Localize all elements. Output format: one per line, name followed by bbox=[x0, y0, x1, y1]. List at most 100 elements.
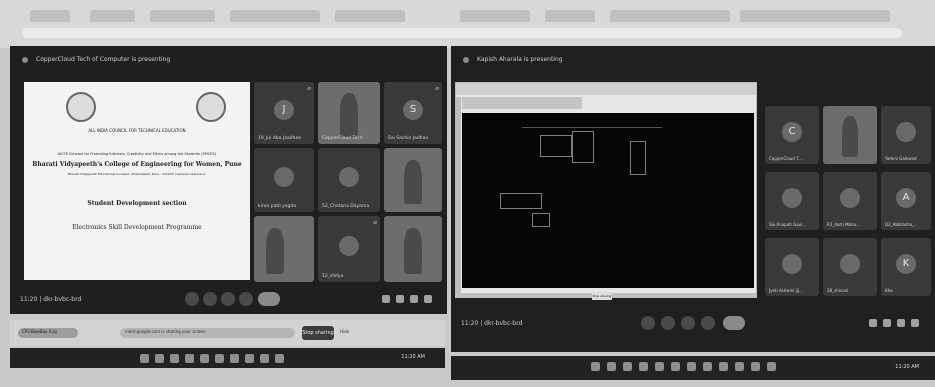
hide-button[interactable]: Hide bbox=[340, 329, 349, 334]
presentation-slide: ALL INDIA COUNCIL FOR TECHNICAL EDUCATIO… bbox=[24, 82, 250, 280]
meeting-controls: 11:20 | dkr-bvbc-brd bbox=[10, 284, 447, 314]
info-icon[interactable] bbox=[869, 319, 877, 327]
participant-tile[interactable]: kiran patil yogita bbox=[254, 148, 314, 212]
participant-tile[interactable] bbox=[384, 148, 442, 212]
participant-video bbox=[266, 227, 284, 275]
screen-share-notice: CP3 BlueBox 0.py meet.google.com is shar… bbox=[10, 320, 445, 346]
participant-tile[interactable] bbox=[384, 216, 442, 282]
app-icon[interactable] bbox=[639, 362, 648, 371]
cad-menu-bar bbox=[456, 83, 756, 95]
end-call-button[interactable] bbox=[723, 316, 745, 330]
participant-tile[interactable]: Sai Anupati Gavi... bbox=[765, 172, 819, 230]
avatar: A bbox=[896, 188, 916, 209]
participant-tile[interactable]: Jyoti Ashwini Jij... bbox=[765, 238, 819, 296]
participant-name: 19_Jui Aba Jaadhao bbox=[258, 136, 302, 141]
captions-icon[interactable] bbox=[221, 292, 235, 306]
app-icon[interactable] bbox=[215, 354, 224, 363]
cad-toolbar bbox=[462, 97, 582, 109]
participant-tile[interactable] bbox=[823, 106, 877, 164]
participant-tile[interactable]: J ⌀ 19_Jui Aba Jaadhao bbox=[254, 82, 314, 144]
participant-tile[interactable]: C CopperCloud T... bbox=[765, 106, 819, 164]
participant-name: D2_Abhilasha_... bbox=[885, 222, 918, 227]
mic-icon[interactable] bbox=[185, 292, 199, 306]
avatar bbox=[274, 166, 294, 187]
avatar: J bbox=[274, 99, 294, 120]
participant-tile[interactable]: CopperCloud Tech bbox=[318, 82, 380, 144]
people-icon[interactable] bbox=[396, 295, 404, 303]
meeting-time: 11:20 | dkr-bvbc-brd bbox=[461, 320, 523, 327]
app-icon[interactable] bbox=[185, 354, 194, 363]
browser-tab[interactable] bbox=[230, 10, 320, 22]
app-icon[interactable] bbox=[260, 354, 269, 363]
participant-tile[interactable]: S ⌀ Sai Sachin Jadhav bbox=[384, 82, 442, 144]
stop-sharing-button[interactable]: Stop sharing bbox=[302, 326, 334, 340]
participant-name: Sai Sachin Jadhav bbox=[388, 136, 428, 141]
participant-tile[interactable]: A D2_Abhilasha_... bbox=[881, 172, 931, 230]
taskview-icon[interactable] bbox=[170, 354, 179, 363]
activities-icon[interactable] bbox=[911, 319, 919, 327]
participant-name: Jyoti Ashwini Jij... bbox=[769, 288, 803, 293]
browser-tab[interactable] bbox=[610, 10, 730, 22]
browser-tab[interactable] bbox=[460, 10, 530, 22]
present-icon[interactable] bbox=[701, 316, 715, 330]
participant-tile[interactable] bbox=[254, 216, 314, 282]
participant-name: 28_shivani bbox=[827, 288, 849, 293]
camera-icon[interactable] bbox=[203, 292, 217, 306]
aicte-logo bbox=[66, 92, 96, 122]
camera-icon[interactable] bbox=[661, 316, 675, 330]
mic-off-icon: ⌀ bbox=[435, 85, 439, 92]
browser-tab[interactable] bbox=[335, 10, 405, 22]
browser-tab[interactable] bbox=[30, 10, 70, 22]
app-icon[interactable] bbox=[655, 362, 664, 371]
present-icon[interactable] bbox=[239, 292, 253, 306]
presenter-text: CopperCloud Tech of Computer is presenti… bbox=[36, 56, 171, 63]
participant-tile[interactable]: Yamini Gaikwad bbox=[881, 106, 931, 164]
avatar: C bbox=[782, 122, 802, 143]
mic-icon[interactable] bbox=[641, 316, 655, 330]
browser-tab[interactable] bbox=[545, 10, 595, 22]
activities-icon[interactable] bbox=[424, 295, 432, 303]
slide-scheme: AICTE Scheme for Promoting Interests, Cr… bbox=[57, 152, 217, 156]
start-icon[interactable] bbox=[591, 362, 600, 371]
app-icon[interactable] bbox=[751, 362, 760, 371]
app-icon[interactable] bbox=[719, 362, 728, 371]
chat-icon[interactable] bbox=[897, 319, 905, 327]
participant-name: Yamini Gaikwad bbox=[885, 156, 917, 161]
app-icon[interactable] bbox=[735, 362, 744, 371]
app-icon[interactable] bbox=[200, 354, 209, 363]
participant-tile[interactable]: ⌀ 12_shifya bbox=[318, 216, 380, 282]
participant-tile[interactable]: 52_Chetana Dayama bbox=[318, 148, 380, 212]
share-notice-text: meet.google.com is sharing your screen bbox=[125, 329, 206, 334]
end-call-button[interactable] bbox=[258, 292, 280, 306]
browser-tab[interactable] bbox=[90, 10, 135, 22]
app-icon[interactable] bbox=[671, 362, 680, 371]
participant-name: 52_Chetana Dayama bbox=[322, 204, 370, 209]
app-icon[interactable] bbox=[687, 362, 696, 371]
taskbar-clock: 11:20 AM bbox=[401, 354, 425, 360]
participant-tile[interactable]: 28_shivani bbox=[823, 238, 877, 296]
info-icon[interactable] bbox=[382, 295, 390, 303]
app-icon[interactable] bbox=[275, 354, 284, 363]
schematic-workspace bbox=[462, 113, 754, 288]
app-icon[interactable] bbox=[767, 362, 776, 371]
stop-sharing-tag[interactable]: Stop sharing bbox=[592, 292, 612, 300]
chat-icon[interactable] bbox=[410, 295, 418, 303]
participant-tile[interactable]: K Kha bbox=[881, 238, 931, 296]
taskview-icon[interactable] bbox=[623, 362, 632, 371]
start-icon[interactable] bbox=[140, 354, 149, 363]
app-icon[interactable] bbox=[703, 362, 712, 371]
participant-tile[interactable]: R3_Aarti Mana... bbox=[823, 172, 877, 230]
app-icon[interactable] bbox=[230, 354, 239, 363]
search-icon[interactable] bbox=[155, 354, 164, 363]
cad-tool-column bbox=[456, 97, 461, 293]
captions-icon[interactable] bbox=[681, 316, 695, 330]
address-bar[interactable] bbox=[22, 28, 902, 38]
browser-tab[interactable] bbox=[740, 10, 890, 22]
search-icon[interactable] bbox=[607, 362, 616, 371]
app-icon[interactable] bbox=[245, 354, 254, 363]
people-icon[interactable] bbox=[883, 319, 891, 327]
slide-org: ALL INDIA COUNCIL FOR TECHNICAL EDUCATIO… bbox=[88, 128, 186, 133]
schematic-block bbox=[500, 193, 542, 209]
schematic-block bbox=[630, 141, 646, 175]
browser-tab[interactable] bbox=[150, 10, 215, 22]
